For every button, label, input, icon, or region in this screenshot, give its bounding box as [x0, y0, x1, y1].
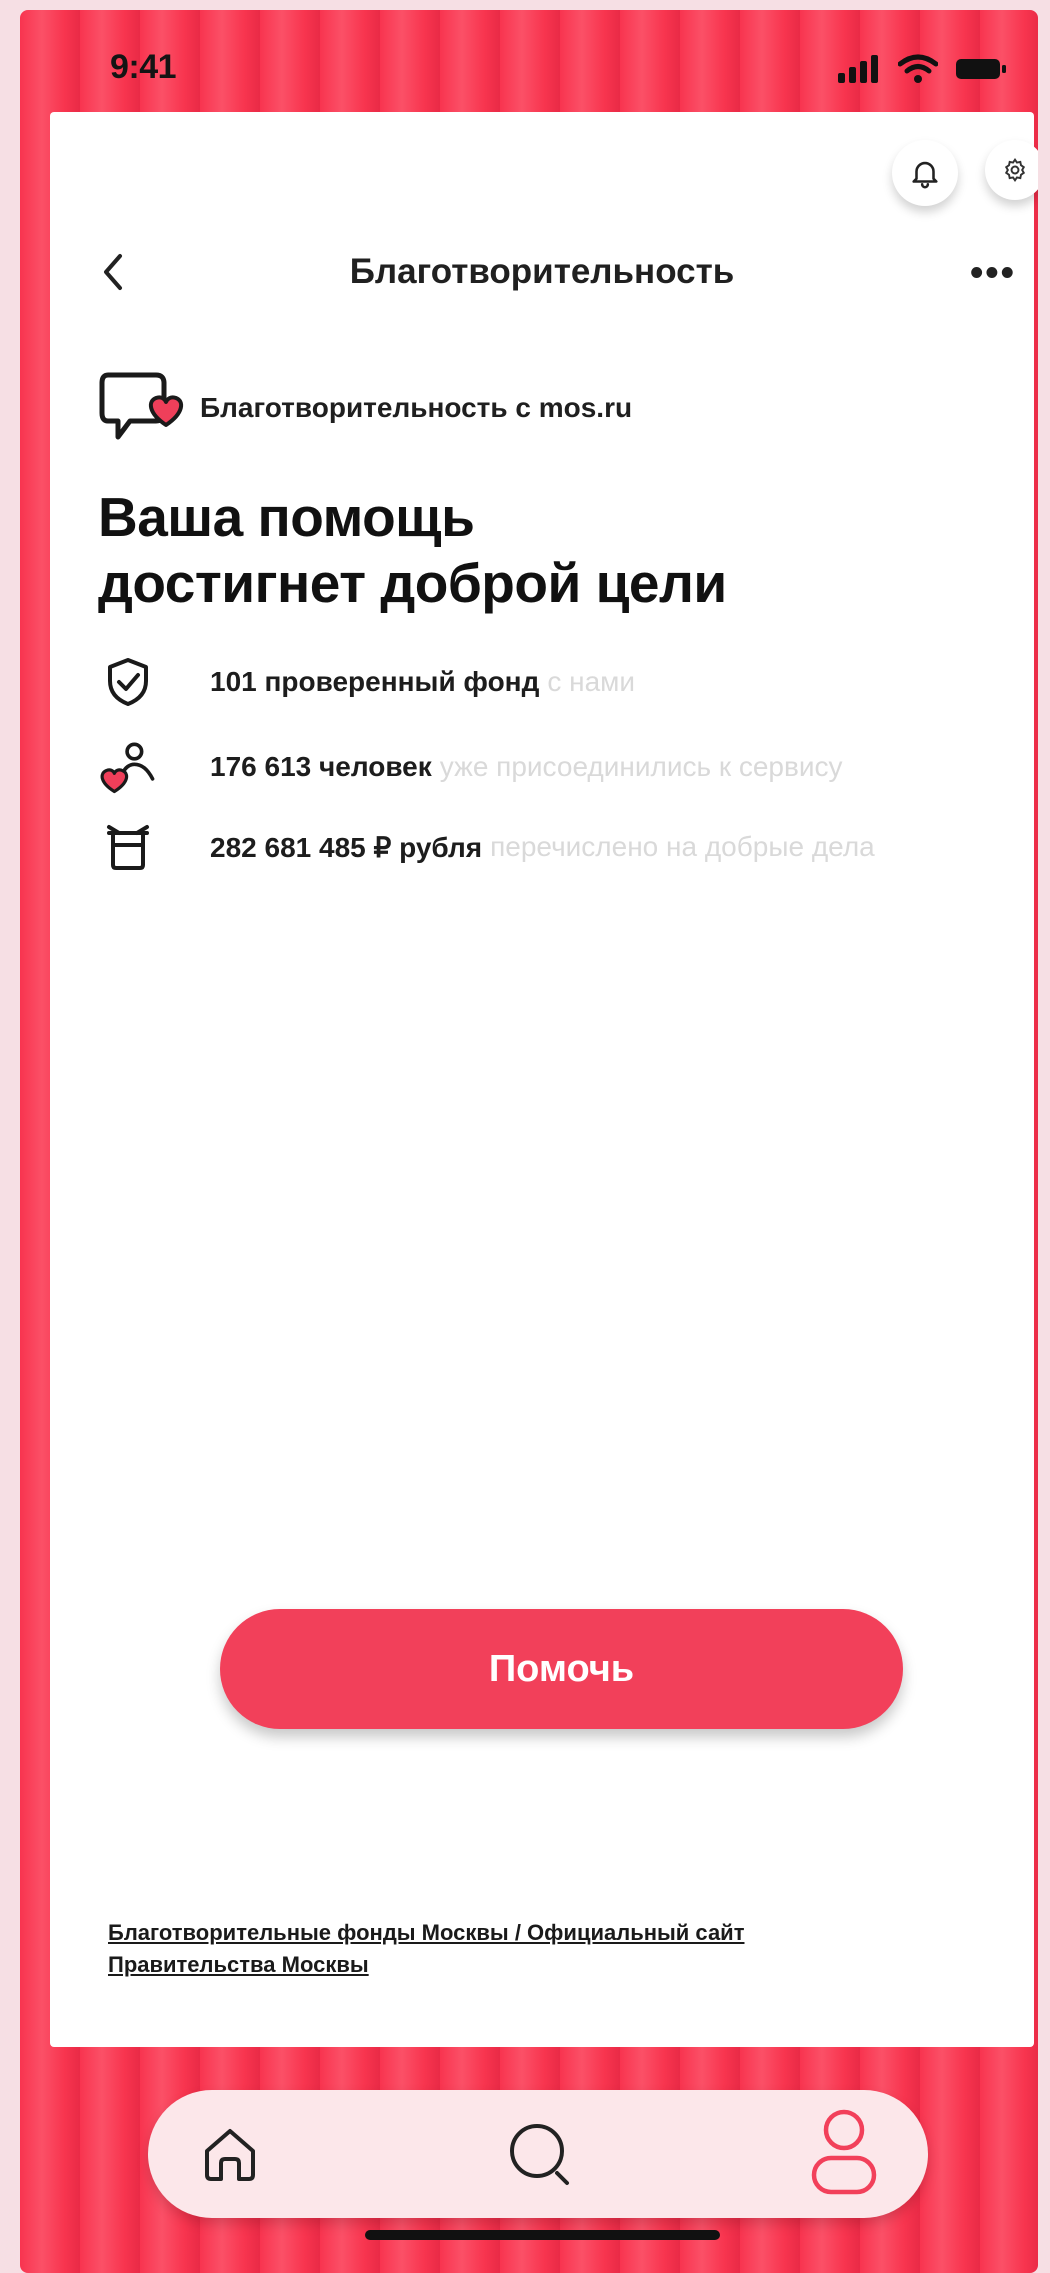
- stat-funds-value: 101 проверенный фонд: [210, 666, 540, 697]
- person-heart-icon: [100, 742, 155, 794]
- stat-row-people: 176 613 человек уже присоединились к сер…: [98, 737, 843, 797]
- brand-label: Благотворительность с mos.ru: [200, 392, 633, 423]
- stat-money-caption: перечислено на добрые дела: [490, 831, 875, 862]
- status-time: 9:41: [110, 48, 177, 86]
- stat-funds-caption: с нами: [547, 666, 636, 697]
- notifications-button[interactable]: [892, 140, 958, 206]
- phone-screen: 9:41 Благотворительность ••• Благотворит…: [20, 10, 1038, 2273]
- more-options-button[interactable]: •••: [970, 252, 1016, 295]
- battery-icon: [956, 59, 1006, 79]
- headline-line-2: достигнет доброй цели: [98, 552, 727, 614]
- more-icon: •••: [970, 252, 1016, 294]
- content-card: Благотворительность ••• Благотворительно…: [50, 112, 1038, 2047]
- status-icons: [838, 54, 1006, 84]
- help-button[interactable]: Помочь: [220, 1609, 903, 1729]
- headline: Ваша помощь достигнет доброй цели: [98, 484, 727, 616]
- home-indicator: [365, 2230, 720, 2240]
- page-title: Благотворительность: [349, 252, 735, 291]
- stat-row-money: 282 681 485 ₽ рубля перечислено на добры…: [98, 817, 875, 877]
- tab-home[interactable]: [190, 2114, 270, 2194]
- chat-heart-icon: [99, 372, 184, 440]
- settings-button[interactable]: [985, 140, 1038, 200]
- search-icon: [510, 2124, 569, 2185]
- brand-row: Благотворительность с mos.ru: [98, 367, 632, 449]
- stat-row-funds: 101 проверенный фонд с нами: [98, 652, 635, 712]
- tab-search[interactable]: [500, 2114, 580, 2194]
- gear-icon: [1004, 157, 1026, 183]
- shield-check-icon: [108, 658, 148, 706]
- home-icon: [205, 2129, 255, 2181]
- stat-people-caption: уже присоединились к сервису: [439, 751, 843, 782]
- tab-profile[interactable]: [804, 2109, 884, 2195]
- stat-money-value: 282 681 485 ₽ рубля: [210, 831, 483, 863]
- headline-line-1: Ваша помощь: [98, 486, 475, 548]
- gift-box-icon: [107, 825, 149, 870]
- bell-icon: [912, 161, 938, 189]
- footer-link[interactable]: Благотворительные фонды Москвы / Официал…: [108, 1917, 868, 1981]
- stat-people-value: 176 613 человек: [210, 751, 432, 782]
- wifi-icon: [898, 54, 938, 83]
- profile-icon: [811, 2109, 877, 2195]
- signal-icon: [838, 55, 878, 83]
- bottom-tab-bar: [148, 2090, 928, 2218]
